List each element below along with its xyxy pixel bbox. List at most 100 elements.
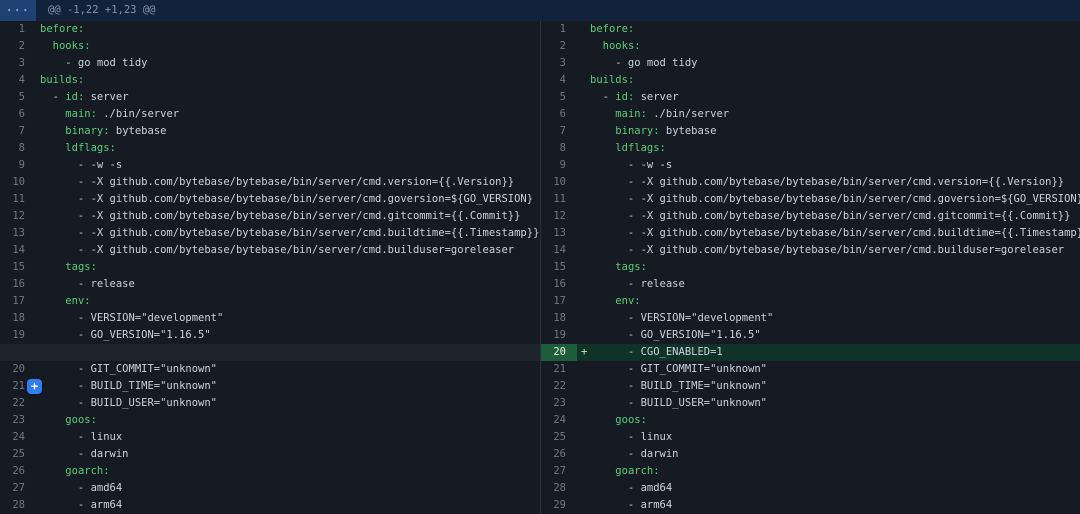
- yaml-text: - release: [590, 278, 685, 290]
- diff-row: 4builds:: [541, 72, 1080, 89]
- code-line: hooks:: [590, 38, 641, 55]
- line-number[interactable]: 16: [541, 276, 577, 293]
- yaml-text: - GIT_COMMIT="unknown": [590, 363, 767, 375]
- line-number[interactable]: 1: [0, 21, 36, 38]
- yaml-key: before:: [590, 23, 634, 35]
- line-number[interactable]: 2: [541, 38, 577, 55]
- yaml-text: - amd64: [590, 482, 672, 494]
- line-number[interactable]: 25: [541, 429, 577, 446]
- line-number[interactable]: 15: [0, 259, 36, 276]
- yaml-text: ./bin/server: [647, 108, 729, 120]
- line-number[interactable]: 27: [0, 480, 36, 497]
- line-number[interactable]: 9: [0, 157, 36, 174]
- line-number[interactable]: 23: [0, 412, 36, 429]
- yaml-key: tags:: [615, 261, 647, 273]
- hunk-header-row: ··· @@ -1,22 +1,23 @@: [0, 0, 1080, 21]
- yaml-key: hooks:: [53, 40, 91, 52]
- yaml-key: binary:: [65, 125, 109, 137]
- line-number[interactable]: 17: [0, 293, 36, 310]
- line-number[interactable]: 8: [0, 140, 36, 157]
- diff-row: 11 - -X github.com/bytebase/bytebase/bin…: [0, 191, 540, 208]
- line-number[interactable]: 14: [0, 242, 36, 259]
- line-number[interactable]: 5: [0, 89, 36, 106]
- diff-row: 14 - -X github.com/bytebase/bytebase/bin…: [541, 242, 1080, 259]
- line-number[interactable]: 26: [0, 463, 36, 480]
- line-number[interactable]: 28: [0, 497, 36, 514]
- line-number[interactable]: 6: [541, 106, 577, 123]
- line-number[interactable]: 22: [541, 378, 577, 395]
- line-number[interactable]: 25: [0, 446, 36, 463]
- line-number[interactable]: 12: [541, 208, 577, 225]
- yaml-text: server: [84, 91, 128, 103]
- line-number[interactable]: 9: [541, 157, 577, 174]
- code-line: - BUILD_USER="unknown": [36, 395, 217, 412]
- line-number[interactable]: 11: [0, 191, 36, 208]
- line-number[interactable]: 21: [541, 361, 577, 378]
- line-number[interactable]: 10: [541, 174, 577, 191]
- line-number[interactable]: 29: [541, 497, 577, 514]
- line-number[interactable]: 18: [541, 310, 577, 327]
- yaml-text: - arm64: [40, 499, 122, 511]
- line-number[interactable]: 4: [0, 72, 36, 89]
- line-number[interactable]: 13: [0, 225, 36, 242]
- line-number[interactable]: 18: [0, 310, 36, 327]
- code-line: - release: [36, 276, 135, 293]
- code-line: goarch:: [36, 463, 110, 480]
- diff-row: 21 - BUILD_TIME="unknown"+: [0, 378, 540, 395]
- line-marker: [577, 72, 590, 89]
- line-number[interactable]: 27: [541, 463, 577, 480]
- code-line: ldflags:: [36, 140, 116, 157]
- line-number[interactable]: 2: [0, 38, 36, 55]
- line-number[interactable]: 5: [541, 89, 577, 106]
- line-number[interactable]: 3: [541, 55, 577, 72]
- line-marker: [577, 21, 590, 38]
- line-number[interactable]: 24: [541, 412, 577, 429]
- line-number[interactable]: 6: [0, 106, 36, 123]
- diff-row: 12 - -X github.com/bytebase/bytebase/bin…: [541, 208, 1080, 225]
- line-marker: [577, 480, 590, 497]
- line-number[interactable]: 20: [0, 361, 36, 378]
- line-number[interactable]: 15: [541, 259, 577, 276]
- yaml-text: - -X github.com/bytebase/bytebase/bin/se…: [40, 176, 514, 188]
- yaml-text: bytebase: [110, 125, 167, 137]
- yaml-text: - amd64: [40, 482, 122, 494]
- line-number[interactable]: 26: [541, 446, 577, 463]
- line-number[interactable]: 12: [0, 208, 36, 225]
- expand-hunk-button[interactable]: ···: [0, 0, 36, 21]
- line-number[interactable]: 7: [0, 123, 36, 140]
- line-number[interactable]: 1: [541, 21, 577, 38]
- line-number[interactable]: 8: [541, 140, 577, 157]
- line-number[interactable]: 11: [541, 191, 577, 208]
- diff-row: 9 - -w -s: [0, 157, 540, 174]
- line-number[interactable]: 14: [541, 242, 577, 259]
- line-number[interactable]: 17: [541, 293, 577, 310]
- line-number[interactable]: 16: [0, 276, 36, 293]
- diff-row: 6 main: ./bin/server: [0, 106, 540, 123]
- yaml-text: - -w -s: [40, 159, 122, 171]
- code-line: - amd64: [36, 480, 122, 497]
- line-number[interactable]: 22: [0, 395, 36, 412]
- code-line: - GO_VERSION="1.16.5": [36, 327, 211, 344]
- code-line: - BUILD_TIME="unknown": [590, 378, 767, 395]
- line-number[interactable]: 24: [0, 429, 36, 446]
- line-marker: [577, 310, 590, 327]
- line-number[interactable]: 19: [0, 327, 36, 344]
- code-line: - VERSION="development": [590, 310, 773, 327]
- diff-row: 3 - go mod tidy: [541, 55, 1080, 72]
- diff-row: 15 tags:: [0, 259, 540, 276]
- code-line: - -X github.com/bytebase/bytebase/bin/se…: [590, 174, 1064, 191]
- line-number[interactable]: 23: [541, 395, 577, 412]
- line-number[interactable]: 7: [541, 123, 577, 140]
- line-number[interactable]: 3: [0, 55, 36, 72]
- yaml-text: - -X github.com/bytebase/bytebase/bin/se…: [40, 210, 520, 222]
- add-comment-button[interactable]: +: [27, 379, 42, 394]
- yaml-key: goarch:: [615, 465, 659, 477]
- line-number[interactable]: 20: [541, 344, 577, 361]
- line-number[interactable]: 28: [541, 480, 577, 497]
- line-number[interactable]: 10: [0, 174, 36, 191]
- line-number[interactable]: 4: [541, 72, 577, 89]
- yaml-text: - GIT_COMMIT="unknown": [40, 363, 217, 375]
- line-number[interactable]: 13: [541, 225, 577, 242]
- line-number[interactable]: 19: [541, 327, 577, 344]
- code-line: - linux: [36, 429, 122, 446]
